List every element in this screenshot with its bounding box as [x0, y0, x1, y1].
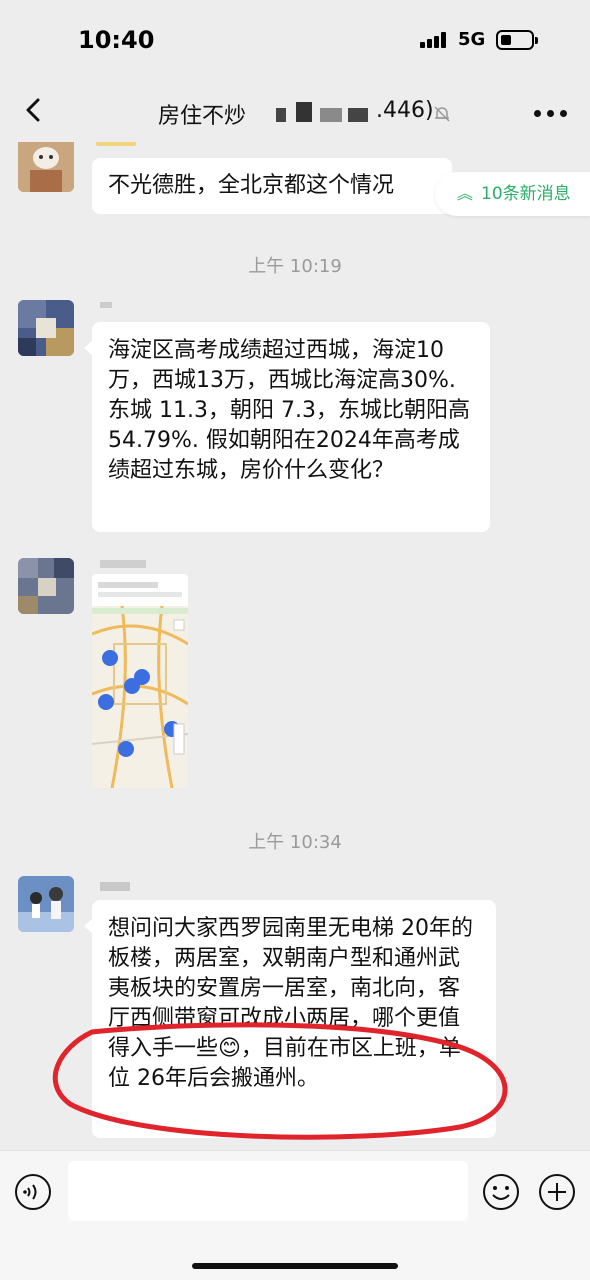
back-arrow-icon[interactable]: [18, 92, 50, 128]
emoji-icon[interactable]: [482, 1173, 520, 1211]
chat-header: 房住不炒 .446): [0, 80, 590, 142]
status-bar: 10:40 5G: [0, 0, 590, 80]
redacted-title-part: [320, 108, 342, 122]
chat-title: 房住不炒: [158, 104, 247, 129]
red-circle-annotation: [52, 1022, 508, 1140]
home-indicator: [192, 1263, 398, 1269]
input-bar: [0, 1150, 590, 1280]
message-input[interactable]: [68, 1161, 468, 1221]
message-list[interactable]: 不光德胜，全北京都这个情况 ︽ 10条新消息 上午 10:19 海淀区高考成绩超…: [0, 142, 590, 1150]
member-count: .446): [376, 98, 434, 123]
redacted-title-part: [348, 108, 368, 122]
plus-icon[interactable]: [538, 1173, 576, 1211]
battery-icon: [496, 30, 538, 50]
status-time: 10:40: [78, 26, 155, 54]
mute-bell-icon: [434, 106, 450, 122]
network-type: 5G: [458, 29, 486, 50]
voice-input-icon[interactable]: [14, 1173, 52, 1211]
redacted-title-part: [276, 108, 286, 122]
more-options-icon[interactable]: [534, 110, 568, 118]
cell-signal-icon: [420, 32, 450, 48]
redacted-title-part: [296, 102, 312, 122]
